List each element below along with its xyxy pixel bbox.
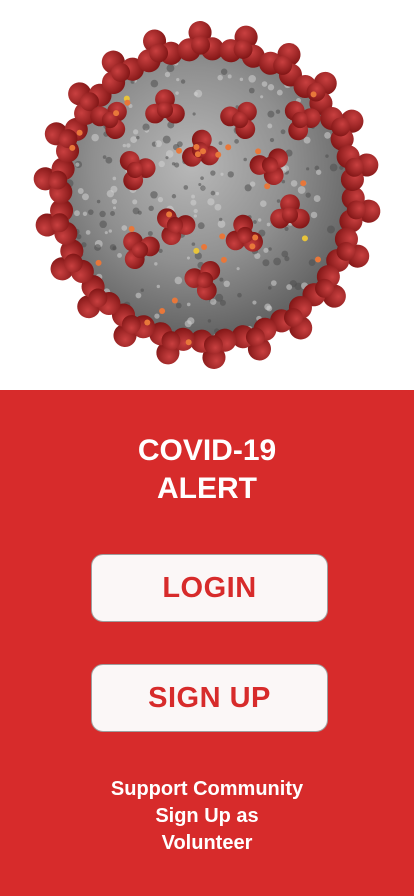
login-button[interactable]: LOGIN [91, 554, 328, 622]
volunteer-line-3: Volunteer [161, 832, 253, 854]
coronavirus-illustration [33, 20, 381, 370]
title-line-alert: ALERT [157, 472, 257, 505]
login-button-label: LOGIN [162, 571, 257, 604]
signup-button-label: SIGN UP [148, 681, 271, 714]
title-line-covid: COVID-19 [137, 434, 277, 467]
volunteer-line-2: Sign Up as [155, 805, 259, 827]
alert-panel: COVID-19 ALERT LOGIN SIGN UP Support Com… [0, 390, 414, 896]
hero-image-area [0, 0, 414, 390]
signup-button[interactable]: SIGN UP [91, 664, 328, 732]
volunteer-line-1: Support Community [110, 778, 304, 800]
app-title: COVID-19 ALERT [0, 432, 414, 508]
volunteer-signup-link[interactable]: Support Community Sign Up as Volunteer [0, 776, 414, 857]
